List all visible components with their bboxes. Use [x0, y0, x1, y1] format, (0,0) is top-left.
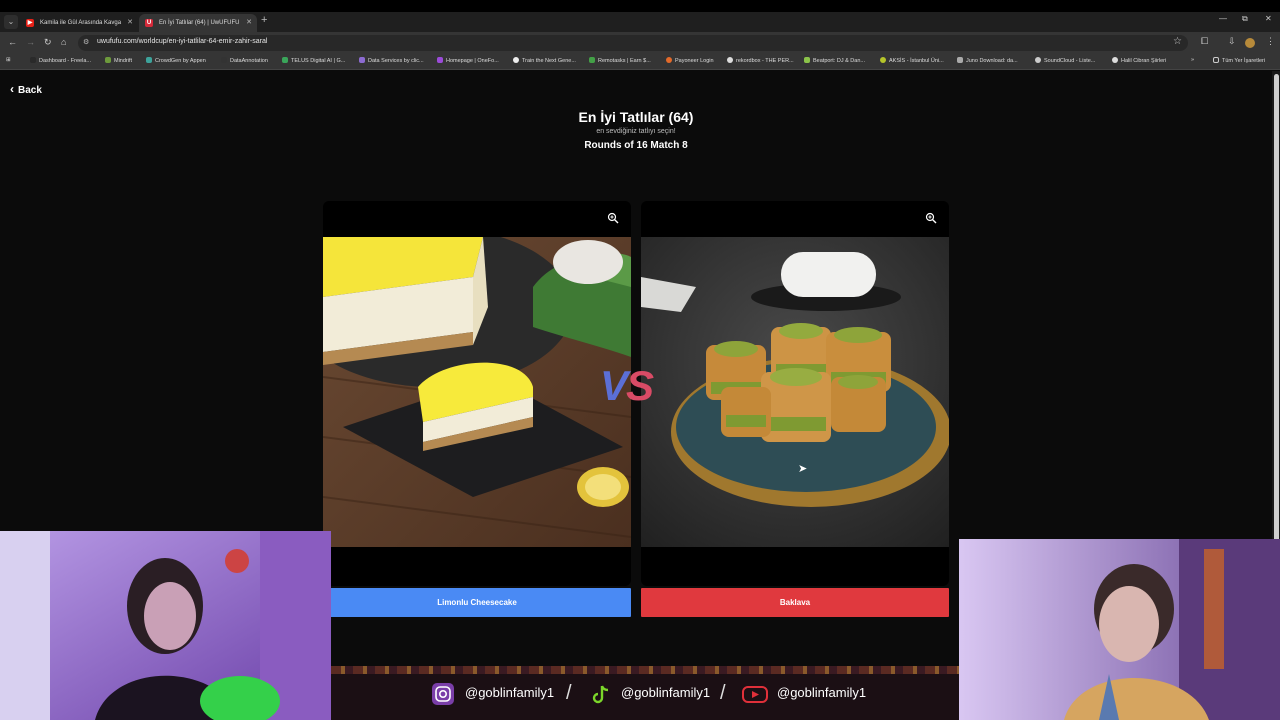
tiktok-icon	[590, 683, 612, 705]
decorative-border	[331, 666, 959, 674]
youtube-handle: @goblinfamily1	[777, 685, 867, 700]
tiktok-handle: @goblinfamily1	[621, 685, 711, 700]
zoom-icon[interactable]	[607, 212, 619, 224]
youtube-icon	[742, 683, 768, 705]
bookmark-item[interactable]: Mindrift	[105, 57, 132, 64]
chevron-left-icon: ‹	[10, 82, 14, 96]
right-webcam-feed	[959, 539, 1280, 720]
bookmark-item[interactable]: Beatport: DJ & Dan...	[804, 57, 865, 64]
bookmark-item[interactable]: Remotasks | Earn $...	[589, 57, 651, 64]
forward-arrow-icon[interactable]: →	[26, 37, 35, 47]
close-tab-icon[interactable]: ✕	[127, 14, 133, 32]
back-button[interactable]: ‹ Back	[10, 82, 42, 96]
mouse-cursor-icon: ➤	[798, 463, 808, 475]
close-tab-icon[interactable]: ✕	[246, 14, 252, 32]
tab-title: Kamila ile Gül Arasında Kavga	[40, 20, 122, 26]
bookmark-item[interactable]: TELUS Digital AI | G...	[282, 57, 345, 64]
reload-icon[interactable]: ↻	[44, 37, 52, 48]
bookmark-item[interactable]: CrowdGen by Appen	[146, 57, 206, 64]
bookmark-star-icon[interactable]: ☆	[1173, 36, 1182, 47]
separator: /	[720, 682, 726, 704]
bookmark-item[interactable]: DataAnnotation	[221, 57, 268, 64]
downloads-icon[interactable]: ⇩	[1228, 36, 1236, 47]
bookmark-item[interactable]: Train the Next Gene...	[513, 57, 576, 64]
baklava-image	[641, 237, 949, 547]
left-choice-button[interactable]: Limonlu Cheesecake	[323, 588, 631, 617]
tab-bar: ⌄ ▶ Kamila ile Gül Arasında Kavga ✕ U En…	[0, 12, 1280, 32]
window-top-strip	[0, 0, 1280, 12]
site-info-icon[interactable]: ⚙	[83, 38, 89, 46]
bookmark-item[interactable]: Data Services by clic...	[359, 57, 424, 64]
instagram-handle: @goblinfamily1	[465, 685, 555, 700]
right-choice-button[interactable]: Baklava	[641, 588, 949, 617]
tab-search-button[interactable]: ⌄	[4, 15, 18, 29]
bookmark-item[interactable]: SoundCloud - Liste...	[1035, 57, 1095, 64]
extensions-icon[interactable]: ⧠	[1201, 36, 1208, 47]
youtube-icon: ▶	[26, 19, 34, 27]
page-subtitle: en sevdiğiniz tatlıyı seçin!	[596, 128, 676, 135]
bookmark-item[interactable]: Halil Cibran Şiirleri	[1112, 57, 1166, 64]
close-window-icon[interactable]: ✕	[1265, 14, 1272, 23]
bookmark-item[interactable]: AKSİS - İstanbul Üni...	[880, 57, 944, 64]
new-tab-button[interactable]: +	[261, 14, 267, 26]
address-bar-row: ← → ↻ ⌂ ⚙ uwufufu.com/worldcup/en-iyi-ta…	[0, 32, 1280, 54]
apps-grid-icon[interactable]: ⊞	[6, 57, 11, 63]
cheesecake-image	[323, 237, 631, 547]
all-bookmarks-folder[interactable]: Tüm Yer İşaretleri	[1213, 57, 1265, 64]
separator: /	[566, 682, 572, 704]
browser-menu-icon[interactable]: ⋮	[1266, 36, 1275, 47]
profile-avatar[interactable]	[1245, 38, 1255, 48]
instagram-icon	[432, 683, 454, 705]
zoom-icon[interactable]	[925, 212, 937, 224]
page-title: En İyi Tatlılar (64)	[578, 109, 694, 125]
bookmark-item[interactable]: Dashboard - Freela...	[30, 57, 91, 64]
bookmark-item[interactable]: Payoneer Login	[666, 57, 714, 64]
url-text: uwufufu.com/worldcup/en-iyi-tatlilar-64-…	[97, 38, 268, 45]
back-arrow-icon[interactable]: ←	[8, 37, 17, 47]
more-bookmarks-icon[interactable]: »	[1191, 57, 1194, 63]
uwufufu-icon: U	[145, 19, 153, 27]
left-candidate-card[interactable]	[323, 201, 631, 586]
url-bar[interactable]: ⚙ uwufufu.com/worldcup/en-iyi-tatlilar-6…	[78, 35, 1188, 51]
bookmark-item[interactable]: rekordbox - THE PER...	[727, 57, 794, 64]
round-indicator: Rounds of 16 Match 8	[584, 140, 688, 151]
bookmark-item[interactable]: Juno Download: da...	[957, 57, 1018, 64]
scrollbar-thumb[interactable]	[1274, 74, 1279, 544]
home-icon[interactable]: ⌂	[61, 37, 66, 47]
bookmark-item[interactable]: Homepage | OneFo...	[437, 57, 499, 64]
right-candidate-card[interactable]	[641, 201, 949, 586]
restore-icon[interactable]: ⧉	[1242, 14, 1248, 24]
tab-kamila[interactable]: ▶ Kamila ile Gül Arasında Kavga ✕	[20, 14, 138, 32]
tab-uwufufu[interactable]: U En İyi Tatlılar (64) | UwUFUFU ✕	[139, 14, 257, 32]
minimize-icon[interactable]: —	[1219, 14, 1227, 23]
left-webcam-feed	[0, 531, 331, 720]
versus-label: VS	[600, 362, 654, 409]
bookmarks-bar: ⊞ Dashboard - Freela... Mindrift CrowdGe…	[0, 54, 1280, 70]
tab-title: En İyi Tatlılar (64) | UwUFUFU	[159, 20, 240, 26]
